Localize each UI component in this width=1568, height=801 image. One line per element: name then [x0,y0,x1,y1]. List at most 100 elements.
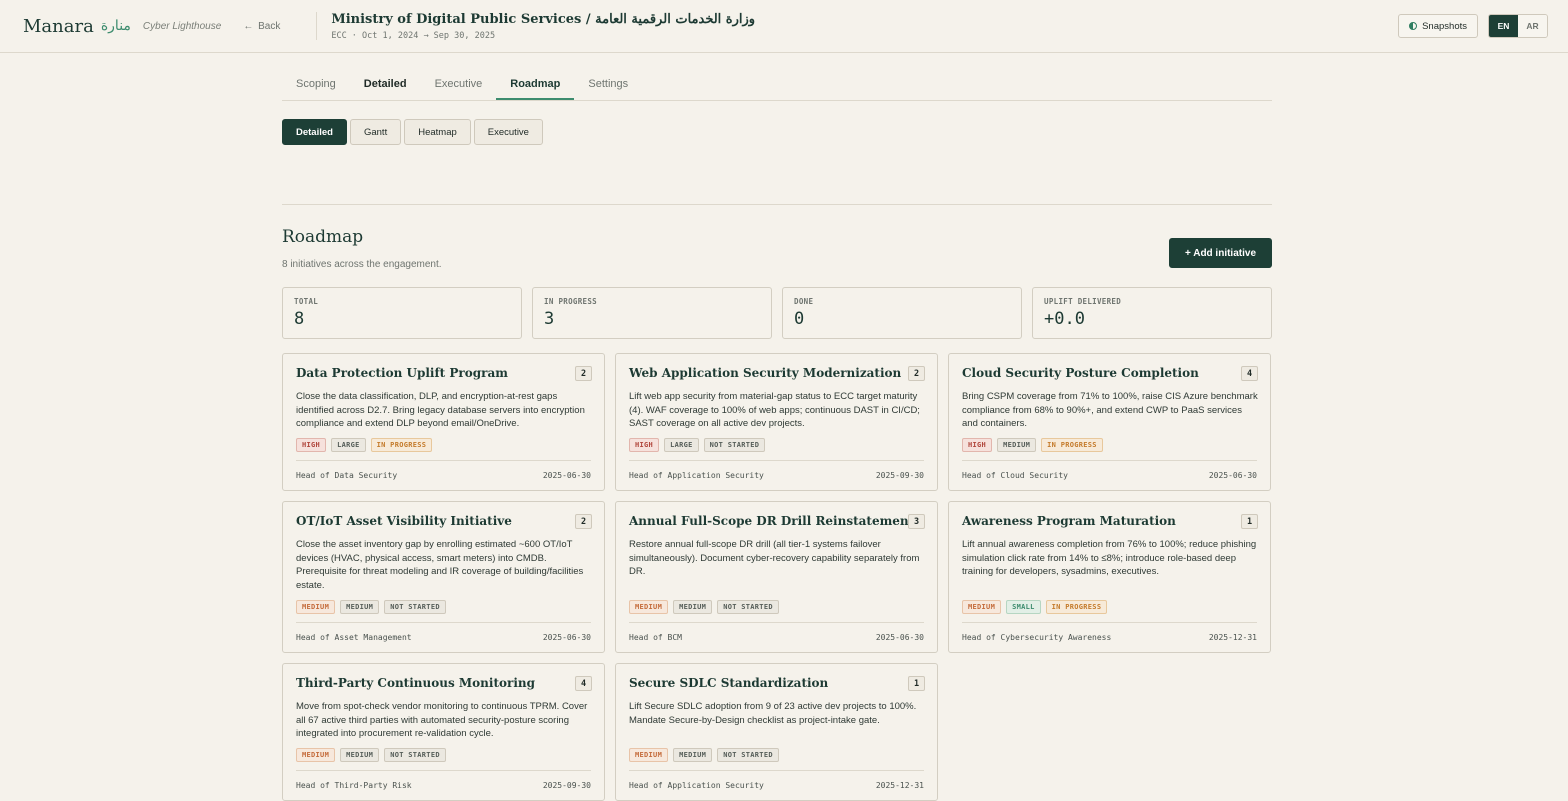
initiative-description: Move from spot-check vendor monitoring t… [296,701,588,739]
priority-tag: HIGH [296,438,327,452]
initiative-card[interactable]: Annual Full-Scope DR Drill Reinstatement… [615,501,938,653]
tab-roadmap[interactable]: Roadmap [496,78,575,100]
status-tag: NOT STARTED [384,600,446,614]
initiative-description: Lift Secure SDLC adoption from 9 of 23 a… [629,701,917,726]
add-initiative-button[interactable]: + Add initiative [1168,238,1272,268]
snapshots-button[interactable]: Snapshots [1398,14,1478,38]
brand-tagline: Cyber Lighthouse [142,20,222,32]
top-bar: Manara منارة Cyber Lighthouse ← Back Min… [0,0,1568,53]
initiative-owner: Head of Third-Party Risk [296,781,412,790]
initiative-footer: Head of Cybersecurity Awareness 2025-12-… [962,622,1257,652]
tab-settings[interactable]: Settings [574,78,642,100]
stat-label: TOTAL [294,297,319,306]
priority-tag: MEDIUM [629,748,669,762]
page-subtitle: 8 initiatives across the engagement. [282,259,442,270]
initiative-card[interactable]: Data Protection Uplift Program 2 Close t… [282,353,605,491]
initiative-grid: Data Protection Uplift Program 2 Close t… [282,353,1272,801]
initiative-card[interactable]: Third-Party Continuous Monitoring 4 Move… [282,663,605,801]
initiative-footer: Head of Asset Management 2025-06-30 [296,622,591,652]
initiative-title: OT/IoT Asset Visibility Initiative [296,514,512,528]
initiative-card[interactable]: Web Application Security Modernization 2… [615,353,938,491]
initiative-card[interactable]: Cloud Security Posture Completion 4 Brin… [948,353,1271,491]
initiative-count-badge: 2 [575,366,592,381]
initiative-count-badge: 2 [575,514,592,529]
initiative-due-date: 2025-09-30 [542,781,591,790]
stat-value: 8 [294,309,305,329]
view-gantt-button[interactable]: Gantt [349,119,402,145]
initiative-tags: MEDIUM SMALL IN PROGRESS [962,600,1108,614]
initiative-description: Close the asset inventory gap by enrolli… [296,539,584,591]
stat-done: DONE 0 [782,287,1022,339]
initiative-title: Annual Full-Scope DR Drill Reinstatement [629,514,915,528]
initiative-due-date: 2025-06-30 [542,471,591,480]
initiative-owner: Head of Application Security [629,781,764,790]
main-tabs: Scoping Detailed Executive Roadmap Setti… [282,53,1272,101]
header-divider [316,12,318,40]
initiative-footer: Head of Application Security 2025-09-30 [629,460,924,490]
size-tag: MEDIUM [997,438,1037,452]
tab-executive[interactable]: Executive [421,78,497,100]
roadmap-header: Roadmap 8 initiatives across the engagem… [282,205,1272,283]
initiative-due-date: 2025-09-30 [875,471,924,480]
initiative-owner: Head of Cloud Security [962,471,1068,480]
initiative-tags: HIGH LARGE IN PROGRESS [296,438,433,452]
engagement-period: ECC · Oct 1, 2024 → Sep 30, 2025 [331,30,496,41]
initiative-owner: Head of Application Security [629,471,764,480]
priority-tag: MEDIUM [296,600,336,614]
initiative-due-date: 2025-12-31 [1208,633,1257,642]
initiative-tags: HIGH LARGE NOT STARTED [629,438,766,452]
brand-logo[interactable]: Manara [23,16,94,37]
initiative-description: Lift annual awareness completion from 76… [962,539,1257,577]
size-tag: MEDIUM [673,600,713,614]
priority-tag: MEDIUM [629,600,669,614]
tab-detailed[interactable]: Detailed [350,78,421,100]
initiative-footer: Head of Cloud Security 2025-06-30 [962,460,1257,490]
brand-logo-arabic: منارة [100,18,131,34]
priority-tag: MEDIUM [296,748,336,762]
initiative-count-badge: 2 [908,366,925,381]
initiative-description: Lift web app security from material-gap … [629,391,920,429]
initiative-title: Secure SDLC Standardization [629,676,829,690]
view-heatmap-button[interactable]: Heatmap [404,119,471,145]
tab-scoping[interactable]: Scoping [282,78,350,100]
initiative-title: Data Protection Uplift Program [296,366,508,380]
language-toggle: EN AR [1488,14,1548,38]
initiative-tags: MEDIUM MEDIUM NOT STARTED [629,600,779,614]
initiative-title: Awareness Program Maturation [962,514,1176,528]
initiative-due-date: 2025-06-30 [542,633,591,642]
initiative-card[interactable]: Secure SDLC Standardization 1 Lift Secur… [615,663,938,801]
status-tag: NOT STARTED [703,438,766,452]
initiative-footer: Head of BCM 2025-06-30 [629,622,924,652]
view-executive-button[interactable]: Executive [473,119,543,145]
initiative-footer: Head of Data Security 2025-06-30 [296,460,591,490]
stat-in-progress: IN PROGRESS 3 [532,287,772,339]
initiative-count-badge: 4 [575,676,592,691]
initiative-owner: Head of Cybersecurity Awareness [962,633,1112,642]
initiative-description: Restore annual full-scope DR drill (all … [629,539,920,577]
initiative-card[interactable]: OT/IoT Asset Visibility Initiative 2 Clo… [282,501,605,653]
stat-value: 3 [544,309,555,329]
initiative-owner: Head of Data Security [296,471,398,480]
back-link[interactable]: ← Back [243,21,282,32]
initiative-description: Close the data classification, DLP, and … [296,391,585,429]
view-detailed-button[interactable]: Detailed [282,119,347,145]
priority-tag: HIGH [962,438,993,452]
arrow-left-icon: ← [243,20,254,32]
top-actions: Snapshots EN AR [1398,14,1548,38]
initiative-tags: HIGH MEDIUM IN PROGRESS [962,438,1103,452]
initiative-footer: Head of Third-Party Risk 2025-09-30 [296,770,591,800]
size-tag: LARGE [331,438,366,452]
engagement-title: Ministry of Digital Public Services / وز… [331,11,756,27]
size-tag: MEDIUM [673,748,713,762]
lang-ar-button[interactable]: AR [1518,15,1547,37]
initiative-card[interactable]: Awareness Program Maturation 1 Lift annu… [948,501,1271,653]
status-tag: NOT STARTED [384,748,446,762]
initiative-owner: Head of Asset Management [296,633,412,642]
initiative-owner: Head of BCM [629,633,682,642]
back-label: Back [258,20,281,32]
lang-en-button[interactable]: EN [1489,15,1518,37]
snapshots-label: Snapshots [1422,20,1467,32]
stats-row: TOTAL 8 IN PROGRESS 3 DONE 0 UPLIFT DELI… [282,287,1272,339]
stat-uplift: UPLIFT DELIVERED +0.0 [1032,287,1272,339]
initiative-footer: Head of Application Security 2025-12-31 [629,770,924,800]
